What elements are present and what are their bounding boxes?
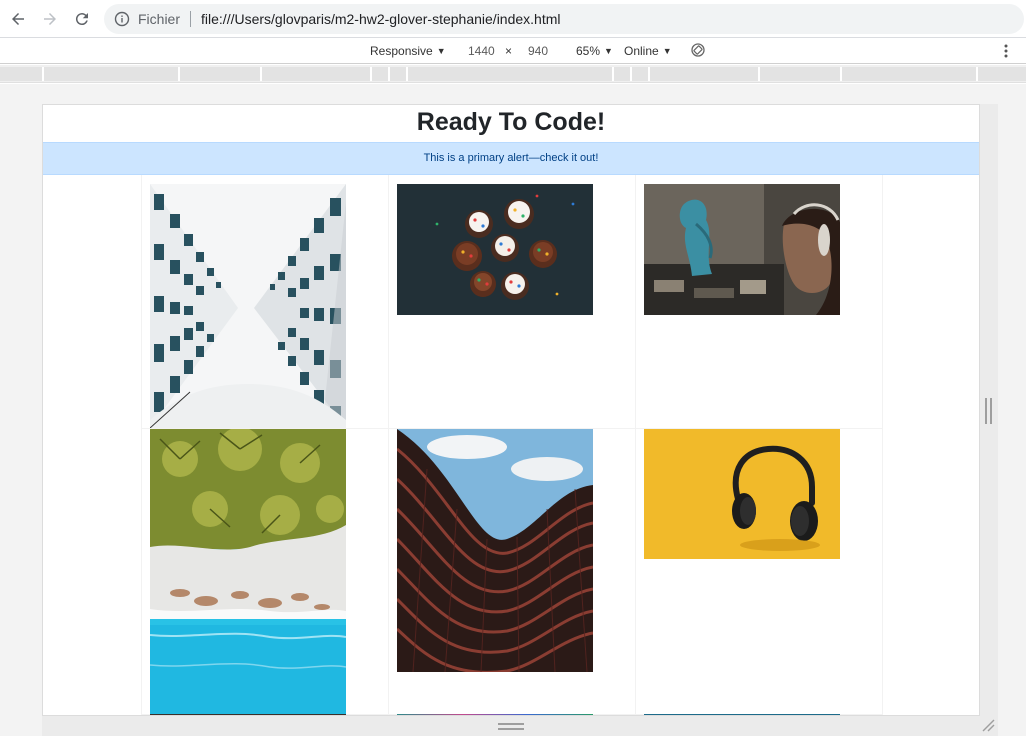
scheme-label: Fichier xyxy=(138,11,181,27)
grid-divider xyxy=(882,175,883,715)
bottom-photo-2 xyxy=(397,714,593,715)
grid-divider xyxy=(388,175,389,715)
media-query-segment[interactable] xyxy=(262,67,372,81)
info-icon[interactable] xyxy=(114,11,130,27)
height-input[interactable]: 940 xyxy=(528,44,548,58)
media-query-segment[interactable] xyxy=(632,67,650,81)
media-query-segment[interactable] xyxy=(978,67,1026,81)
resize-width-handle[interactable] xyxy=(985,398,993,424)
throttle-select[interactable]: Online ▼ xyxy=(624,44,672,58)
resize-corner-icon[interactable] xyxy=(981,718,995,732)
primary-alert: This is a primary alert—check it out! xyxy=(43,142,979,175)
chevron-down-icon: ▼ xyxy=(436,46,446,56)
media-query-segment[interactable] xyxy=(408,67,614,81)
address-bar[interactable]: Fichier file:///Users/glovparis/m2-hw2-g… xyxy=(104,4,1024,34)
zoom-select[interactable]: 65% ▼ xyxy=(576,44,613,58)
back-arrow-icon xyxy=(12,13,24,25)
reload-icon xyxy=(75,13,88,26)
browser-toolbar: Fichier file:///Users/glovparis/m2-hw2-g… xyxy=(0,0,1026,38)
media-query-segment[interactable] xyxy=(180,67,262,81)
curved-building-photo xyxy=(397,429,593,672)
chevron-down-icon: ▼ xyxy=(662,46,672,56)
device-select[interactable]: Responsive ▼ xyxy=(370,44,446,58)
throttle-select-label: Online xyxy=(624,44,659,58)
media-query-segment[interactable] xyxy=(390,67,408,81)
rotate-icon[interactable] xyxy=(690,42,706,58)
graffiti-headphones-photo xyxy=(644,184,840,315)
bottom-photo-3 xyxy=(644,714,840,715)
back-button[interactable] xyxy=(6,7,30,31)
bottom-photo-1 xyxy=(150,714,346,715)
width-input[interactable]: 1440 xyxy=(468,44,495,58)
media-query-segment[interactable] xyxy=(372,67,390,81)
palm-trees-beach-photo xyxy=(150,429,346,715)
device-toolbar: Responsive ▼ 1440 × 940 65% ▼ Online ▼ xyxy=(0,38,1026,64)
headphones-yellow-photo xyxy=(644,429,840,559)
grid-divider xyxy=(635,175,636,715)
media-query-segment[interactable] xyxy=(842,67,978,81)
media-query-bar xyxy=(0,65,1026,83)
grid-divider xyxy=(141,175,142,715)
forward-button[interactable] xyxy=(38,7,62,31)
building-facade-photo xyxy=(150,184,346,428)
chevron-down-icon: ▼ xyxy=(604,46,613,56)
device-select-label: Responsive xyxy=(370,44,433,58)
resize-height-handle[interactable] xyxy=(498,723,524,731)
cupcakes-photo xyxy=(397,184,593,315)
dimension-separator: × xyxy=(505,44,513,58)
media-query-segment[interactable] xyxy=(44,67,180,81)
reload-button[interactable] xyxy=(70,7,94,31)
media-query-segment[interactable] xyxy=(650,67,760,81)
kebab-menu-icon[interactable] xyxy=(1001,43,1011,59)
forward-arrow-icon xyxy=(44,13,56,25)
media-query-segment[interactable] xyxy=(760,67,842,81)
media-query-segment[interactable] xyxy=(0,67,44,81)
zoom-select-label: 65% xyxy=(576,44,601,58)
emulated-page: Ready To Code! This is a primary alert—c… xyxy=(42,104,980,716)
omnibox-divider xyxy=(190,11,192,27)
page-title: Ready To Code! xyxy=(416,108,606,136)
url-text[interactable]: file:///Users/glovparis/m2-hw2-glover-st… xyxy=(201,11,560,27)
media-query-segment[interactable] xyxy=(614,67,632,81)
